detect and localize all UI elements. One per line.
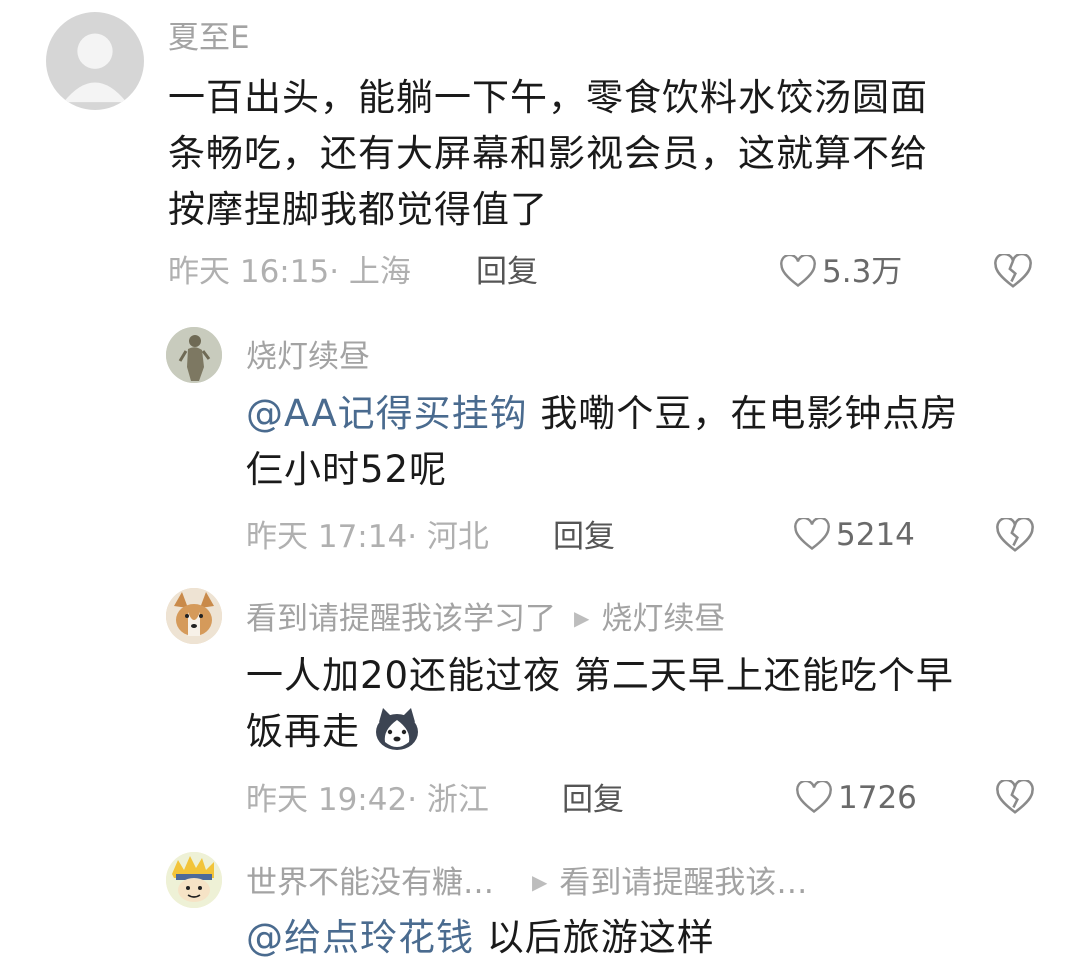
username[interactable]: 夏至E bbox=[168, 18, 250, 58]
husky-emoji-icon bbox=[375, 708, 418, 750]
statue-avatar-icon bbox=[166, 327, 222, 383]
heart-outline-icon bbox=[796, 781, 832, 814]
like-count: 1726 bbox=[838, 780, 917, 816]
avatar[interactable] bbox=[46, 12, 144, 110]
comment-text: @AA记得买挂钩 我嘞个豆，在电影钟点房 仨小时52呢 bbox=[246, 386, 958, 498]
reply-button[interactable]: 回复 bbox=[476, 252, 538, 292]
comment-text-part: 以后旅游这样 bbox=[474, 916, 715, 959]
comment-time-location: 昨天 19:42· 浙江 bbox=[246, 782, 489, 818]
like-button[interactable]: 5214 bbox=[794, 515, 915, 555]
comment-text: 一人加20还能过夜 第二天早上还能吃个早 饭再走 bbox=[246, 648, 954, 760]
cartoon-avatar-icon bbox=[166, 852, 222, 908]
avatar[interactable] bbox=[166, 327, 222, 383]
username-link[interactable]: 世界不能没有糖… bbox=[246, 865, 494, 901]
heart-outline-icon bbox=[794, 518, 830, 551]
comment-text-part: 饭再走 bbox=[246, 710, 360, 753]
broken-heart-icon[interactable] bbox=[996, 518, 1034, 554]
username: 看到请提醒我该学习了 ▶ 烧灯续昼 bbox=[246, 598, 725, 639]
default-avatar-icon bbox=[63, 33, 127, 103]
comment-text-part: 我嘞个豆，在电影钟点房 bbox=[527, 392, 959, 435]
mention-link[interactable]: @给点玲花钱 bbox=[246, 916, 474, 959]
reply-to-username[interactable]: 看到请提醒我该… bbox=[559, 865, 807, 901]
username[interactable]: 烧灯续昼 bbox=[246, 337, 370, 377]
like-count: 5.3万 bbox=[822, 254, 903, 290]
username-link[interactable]: 看到请提醒我该学习了 bbox=[246, 601, 556, 637]
comment-line: 按摩捏脚我都觉得值了 bbox=[168, 188, 548, 231]
reply-button[interactable]: 回复 bbox=[562, 780, 624, 820]
username: 世界不能没有糖… ▶ 看到请提醒我该… bbox=[246, 862, 807, 903]
play-triangle-icon: ▶ bbox=[532, 870, 548, 894]
comment-line: 仨小时52呢 bbox=[246, 448, 448, 491]
comment-text: @给点玲花钱 以后旅游这样 bbox=[246, 910, 715, 966]
comment-text: 一百出头，能躺一下午，零食饮料水饺汤圆面 条畅吃，还有大屏幕和影视会员，这就算不… bbox=[168, 70, 928, 238]
comment-line: 一人加20还能过夜 第二天早上还能吃个早 bbox=[246, 654, 954, 697]
play-triangle-icon: ▶ bbox=[574, 606, 590, 630]
comment-line: 饭再走 bbox=[246, 704, 954, 760]
corgi-avatar-icon bbox=[166, 588, 222, 644]
comment-time-location: 昨天 17:14· 河北 bbox=[246, 519, 489, 555]
like-button[interactable]: 5.3万 bbox=[780, 252, 902, 292]
heart-outline-icon bbox=[780, 255, 816, 288]
broken-heart-icon[interactable] bbox=[994, 254, 1032, 290]
avatar[interactable] bbox=[166, 852, 222, 908]
avatar[interactable] bbox=[166, 588, 222, 644]
comment-line: @给点玲花钱 以后旅游这样 bbox=[246, 910, 715, 966]
broken-heart-icon[interactable] bbox=[996, 780, 1034, 816]
like-button[interactable]: 1726 bbox=[796, 778, 917, 818]
like-count: 5214 bbox=[836, 517, 915, 553]
comment-time-location: 昨天 16:15· 上海 bbox=[168, 254, 411, 290]
reply-to-username[interactable]: 烧灯续昼 bbox=[601, 601, 725, 637]
comment-line: 条畅吃，还有大屏幕和影视会员，这就算不给 bbox=[168, 132, 928, 175]
comment-line: @AA记得买挂钩 我嘞个豆，在电影钟点房 bbox=[246, 386, 958, 442]
mention-link[interactable]: @AA记得买挂钩 bbox=[246, 392, 528, 435]
comment-line: 一百出头，能躺一下午，零食饮料水饺汤圆面 bbox=[168, 76, 928, 119]
reply-button[interactable]: 回复 bbox=[553, 517, 615, 557]
